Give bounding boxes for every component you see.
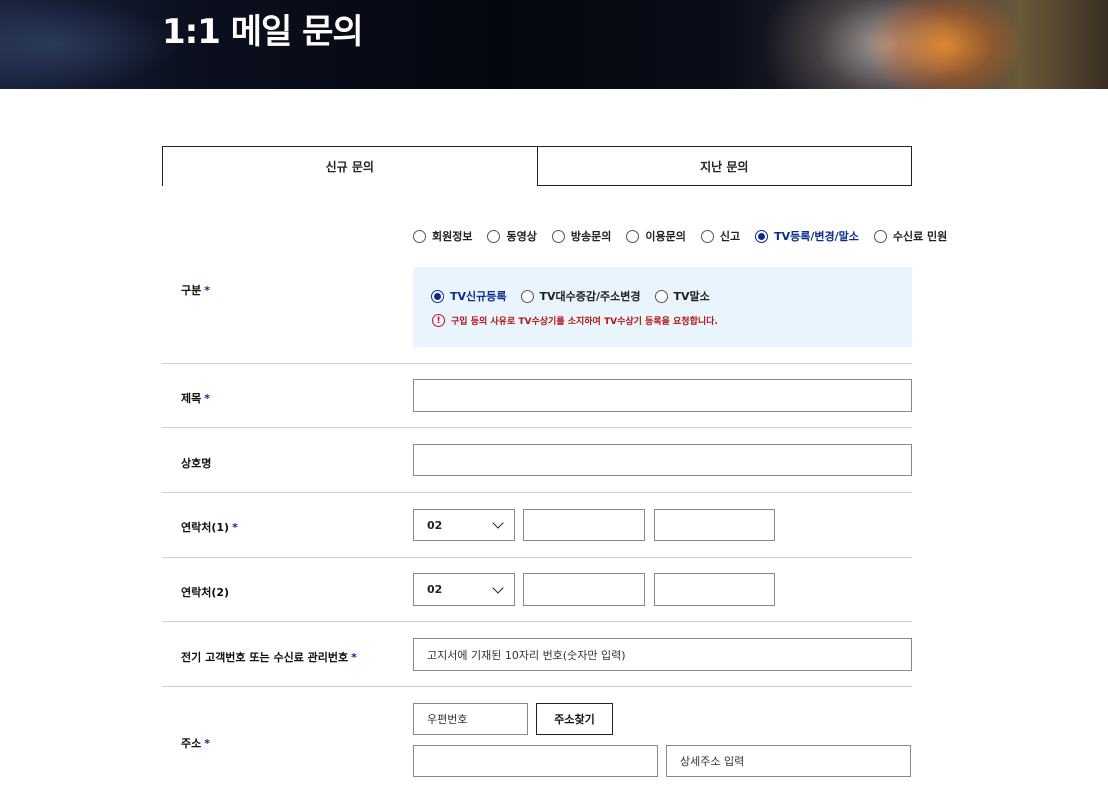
address-search-button[interactable]: 주소찾기 [536, 703, 613, 735]
input-placeholder: 상세주소 입력 [680, 755, 745, 768]
tab-past-inquiry[interactable]: 지난 문의 [537, 146, 912, 186]
row-divider [162, 686, 912, 687]
input-placeholder: 우편번호 [427, 713, 468, 726]
phone1-label: 연락처(1) * [181, 519, 238, 535]
required-mark: * [351, 651, 357, 664]
tab-new-inquiry[interactable]: 신규 문의 [162, 146, 538, 186]
radio-report[interactable]: 신고 [700, 228, 741, 244]
chevron-down-icon [492, 581, 504, 594]
radio-label: TV신규등록 [450, 290, 507, 303]
radio-label: 동영상 [506, 230, 537, 243]
radio-label: TV등록/변경/말소 [774, 230, 859, 243]
subject-label: 제목 * [181, 390, 210, 406]
required-mark: * [204, 737, 211, 750]
company-label: 상호명 [181, 455, 211, 471]
radio-member-info[interactable]: 회원정보 [413, 228, 472, 244]
phone1-middle-input[interactable] [523, 509, 645, 541]
label-text: 주소 [181, 737, 202, 750]
tab-label: 신규 문의 [325, 160, 374, 174]
radio-label: 수신료 민원 [892, 230, 948, 243]
radio-label: 신고 [719, 230, 741, 243]
page-title: 1:1 메일 문의 [162, 12, 364, 52]
tv-suboption-radio-group: TV신규등록 TV대수증감/주소변경 TV말소 [431, 288, 710, 304]
notice-text: 구입 등의 사유로 TV수상기를 소지하여 TV수상기 등록을 요청합니다. [451, 317, 718, 327]
radio-tv-cancel[interactable]: TV말소 [654, 288, 710, 304]
radio-label: 방송문의 [570, 230, 612, 243]
company-input[interactable] [413, 444, 912, 476]
zipcode-input[interactable]: 우편번호 [413, 703, 528, 735]
radio-circle [520, 289, 534, 303]
radio-circle [551, 229, 565, 243]
label-text: 연락처(2) [181, 586, 230, 599]
radio-label: 회원정보 [432, 230, 473, 243]
radio-circle [873, 229, 887, 243]
label-text: 상호명 [181, 457, 212, 470]
radio-circle [755, 229, 769, 243]
button-label: 주소찾기 [554, 713, 595, 726]
radio-tv-count-address-change[interactable]: TV대수증감/주소변경 [520, 288, 641, 304]
row-divider [162, 557, 912, 558]
tv-registration-notice: ! 구입 등의 사유로 TV수상기를 소지하여 TV수상기 등록을 요청합니다. [432, 314, 718, 327]
required-mark: * [204, 392, 211, 405]
label-text: 연락처(1) [181, 521, 230, 534]
radio-circle [413, 229, 426, 243]
info-icon: ! [432, 314, 445, 327]
inquiry-tabs: 신규 문의 지난 문의 [162, 146, 912, 186]
customer-number-input[interactable]: 고지서에 기재된 10자리 번호(숫자만 입력) [413, 638, 912, 671]
category-radio-group: 회원정보 동영상 방송문의 이용문의 신고 TV등록/변경/말소 수신료 민원 [413, 228, 947, 244]
input-placeholder: 고지서에 기재된 10자리 번호(숫자만 입력) [427, 648, 626, 662]
radio-label: TV말소 [673, 290, 710, 303]
radio-tv-registration[interactable]: TV등록/변경/말소 [755, 228, 859, 244]
hero-banner: 1:1 메일 문의 [0, 0, 1108, 89]
radio-circle [487, 229, 501, 243]
label-text: 제목 [181, 392, 202, 405]
radio-circle [700, 229, 714, 243]
chevron-down-icon [492, 517, 504, 529]
subject-input[interactable] [413, 379, 912, 412]
row-divider [162, 363, 912, 364]
label-text: 전기 고객번호 또는 수신료 관리번호 [181, 651, 349, 664]
radio-usage[interactable]: 이용문의 [626, 228, 686, 244]
customer-number-label: 전기 고객번호 또는 수신료 관리번호 * [181, 649, 357, 665]
phone2-middle-input[interactable] [523, 573, 645, 606]
address-label: 주소 * [181, 735, 210, 751]
hero-background-glow [0, 0, 180, 89]
radio-circle [654, 289, 668, 303]
tab-label: 지난 문의 [700, 159, 749, 174]
row-divider [162, 492, 912, 493]
phone1-area-code-select[interactable]: 02 [413, 509, 515, 541]
address-detail-input[interactable]: 상세주소 입력 [666, 745, 911, 777]
radio-label: TV대수증감/주소변경 [539, 290, 641, 303]
radio-broadcast[interactable]: 방송문의 [551, 228, 612, 244]
category-label: 구분 * [181, 282, 210, 298]
radio-circle [626, 229, 640, 243]
row-divider [162, 621, 912, 622]
required-mark: * [232, 521, 238, 534]
phone1-last-input[interactable] [654, 509, 775, 541]
phone2-label: 연락처(2) [181, 584, 229, 600]
radio-label: 이용문의 [645, 230, 686, 243]
phone2-area-code-select[interactable]: 02 [413, 573, 515, 606]
phone2-last-input[interactable] [654, 573, 775, 606]
required-mark: * [204, 284, 211, 297]
select-value: 02 [427, 518, 443, 532]
radio-video[interactable]: 동영상 [487, 228, 537, 244]
radio-circle [431, 289, 444, 303]
radio-tv-new-registration[interactable]: TV신규등록 [431, 288, 507, 304]
select-value: 02 [427, 583, 443, 596]
hero-background-glow [870, 0, 1020, 89]
label-text: 구분 [181, 284, 202, 297]
row-divider [162, 427, 912, 428]
radio-license-fee[interactable]: 수신료 민원 [873, 228, 948, 244]
address-input[interactable] [413, 745, 658, 777]
tv-suboption-panel [413, 267, 912, 347]
